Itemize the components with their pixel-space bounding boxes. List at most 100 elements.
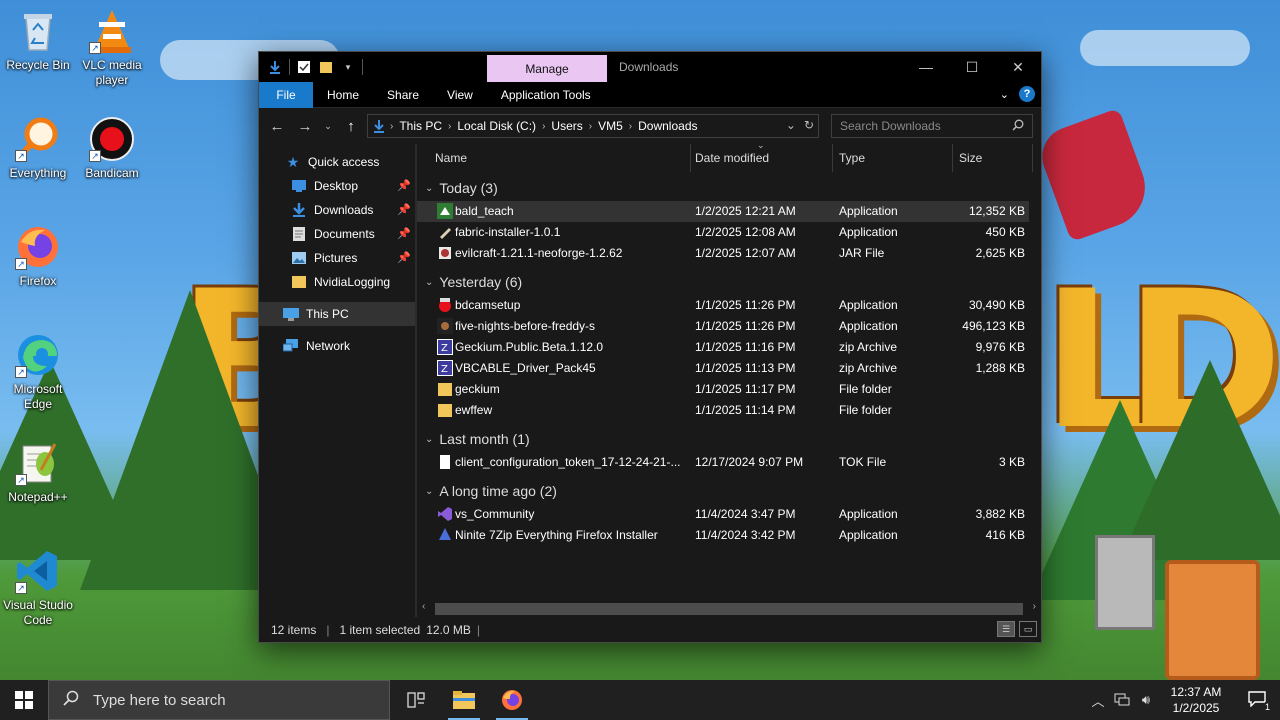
notification-center-icon[interactable]: 1: [1234, 690, 1280, 712]
maximize-button[interactable]: ☐: [949, 52, 995, 82]
column-header-name[interactable]: Name: [429, 144, 691, 172]
details-view-button[interactable]: ☰: [997, 621, 1015, 637]
app-icon: [437, 203, 453, 219]
breadcrumb-users[interactable]: Users: [545, 119, 588, 133]
file-name: client_configuration_token_17-12-24-21-.…: [455, 455, 681, 469]
download-arrow-icon[interactable]: [267, 59, 283, 75]
file-row[interactable]: vs_Community 11/4/2024 3:47 PM Application…: [417, 504, 1041, 525]
customize-toolbar-chevron-icon[interactable]: ▾: [340, 59, 356, 75]
show-hidden-icons-chevron-icon[interactable]: ︿: [1086, 691, 1110, 710]
scroll-left-arrow-icon[interactable]: ‹: [422, 601, 425, 612]
nav-downloads[interactable]: Downloads 📌: [259, 198, 415, 222]
forward-button[interactable]: →: [293, 114, 317, 138]
breadcrumb-downloads[interactable]: Downloads: [632, 119, 703, 133]
file-row[interactable]: fabric-installer-1.0.1 1/2/2025 12:08 AM A…: [417, 222, 1041, 243]
task-view-button[interactable]: [392, 680, 440, 720]
group-header[interactable]: ⌄ Last month (1): [417, 426, 1041, 452]
taskbar-file-explorer[interactable]: [440, 680, 488, 720]
tab-home[interactable]: Home: [313, 82, 373, 108]
nav-this-pc[interactable]: This PC: [259, 302, 415, 326]
tab-application-tools[interactable]: Application Tools: [487, 82, 605, 108]
back-button[interactable]: ←: [265, 114, 289, 138]
volume-icon[interactable]: 🔊︎: [1134, 692, 1158, 708]
desktop-icon-firefox[interactable]: ↗ Firefox: [0, 224, 76, 289]
breadcrumb-local-disk[interactable]: Local Disk (C:): [451, 119, 542, 133]
expand-ribbon-chevron-icon[interactable]: ⌄: [1000, 88, 1009, 101]
zip-icon: Z: [437, 339, 453, 355]
large-icons-view-button[interactable]: ▭: [1019, 621, 1037, 637]
nav-documents[interactable]: Documents 📌: [259, 222, 415, 246]
new-folder-icon[interactable]: [318, 59, 334, 75]
search-input[interactable]: Search Downloads: [831, 114, 1033, 138]
pin-icon[interactable]: 📌: [397, 251, 411, 264]
title-bar[interactable]: ▾ Manage Downloads — ☐ ✕: [259, 52, 1041, 82]
group-header[interactable]: ⌄ A long time ago (2): [417, 478, 1041, 504]
nav-quick-access[interactable]: ★ Quick access: [259, 150, 415, 174]
tab-view[interactable]: View: [433, 82, 487, 108]
recent-locations-chevron-icon[interactable]: ⌄: [321, 114, 335, 138]
tab-file[interactable]: File: [259, 81, 313, 108]
file-row[interactable]: Z Geckium.Public.Beta.1.12.0 1/1/2025 11:1…: [417, 337, 1041, 358]
group-header[interactable]: ⌄ Today (3): [417, 175, 1041, 201]
help-icon[interactable]: ?: [1019, 86, 1035, 102]
taskbar-firefox[interactable]: [488, 680, 536, 720]
file-row[interactable]: bald_teach 1/2/2025 12:21 AM Application 12…: [417, 201, 1029, 222]
desktop-icon-vscode[interactable]: ↗ Visual Studio Code: [0, 548, 76, 628]
breadcrumb-this-pc[interactable]: This PC: [393, 119, 448, 133]
pin-icon[interactable]: 📌: [397, 179, 411, 192]
system-clock[interactable]: 12:37 AM 1/2/2025: [1158, 684, 1234, 716]
manage-context-tab[interactable]: Manage: [487, 55, 607, 82]
file-row[interactable]: Ninite 7Zip Everything Firefox Installer…: [417, 525, 1041, 546]
collapse-chevron-icon[interactable]: ⌄: [425, 434, 433, 445]
column-header-type[interactable]: Type: [833, 144, 953, 172]
file-type: zip Archive: [839, 340, 898, 354]
tab-share[interactable]: Share: [373, 82, 433, 108]
refresh-icon[interactable]: ↻: [804, 118, 814, 132]
file-explorer-icon: [453, 691, 475, 709]
up-button[interactable]: ↑: [339, 114, 363, 138]
address-bar[interactable]: › This PC › Local Disk (C:) › Users › VM…: [367, 114, 819, 138]
minimize-button[interactable]: —: [903, 52, 949, 82]
taskbar-search-box[interactable]: Type here to search: [48, 680, 390, 720]
file-row[interactable]: five-nights-before-freddy-s 1/1/2025 11:2…: [417, 316, 1041, 337]
folder-icon: [291, 274, 307, 290]
file-row[interactable]: ewffew 1/1/2025 11:14 PM File folder: [417, 400, 1041, 421]
collapse-chevron-icon[interactable]: ⌄: [425, 277, 433, 288]
column-header-size[interactable]: Size: [953, 144, 1033, 172]
file-size: 416 KB: [985, 528, 1025, 542]
file-explorer-window[interactable]: ▾ Manage Downloads — ☐ ✕ File Home Share…: [258, 51, 1042, 643]
file-row[interactable]: client_configuration_token_17-12-24-21-.…: [417, 452, 1041, 473]
close-button[interactable]: ✕: [995, 52, 1041, 82]
address-history-chevron-icon[interactable]: ⌄: [786, 118, 796, 132]
file-size: 496,123 KB: [962, 319, 1025, 333]
file-row[interactable]: geckium 1/1/2025 11:17 PM File folder: [417, 379, 1041, 400]
nav-nvidialogging[interactable]: NvidiaLogging: [259, 270, 415, 294]
properties-check-icon[interactable]: [296, 59, 312, 75]
desktop-icon-bandicam[interactable]: ↗ Bandicam: [74, 116, 150, 181]
group-header[interactable]: ⌄ Yesterday (6): [417, 269, 1041, 295]
desktop-icon-everything[interactable]: ↗ Everything: [0, 116, 76, 181]
collapse-chevron-icon[interactable]: ⌄: [425, 486, 433, 497]
nav-desktop[interactable]: Desktop 📌: [259, 174, 415, 198]
horizontal-scrollbar[interactable]: ‹ ›: [417, 600, 1041, 617]
collapse-chevron-icon[interactable]: ⌄: [425, 183, 433, 194]
file-row[interactable]: Z VBCABLE_Driver_Pack45 1/1/2025 11:13 PM z…: [417, 358, 1041, 379]
bandicam-setup-icon: [437, 297, 453, 313]
scrollbar-thumb[interactable]: [435, 603, 1023, 615]
file-size: 2,625 KB: [975, 246, 1025, 260]
start-button[interactable]: [0, 680, 48, 720]
pin-icon[interactable]: 📌: [397, 227, 411, 240]
nav-network[interactable]: Network: [259, 334, 415, 358]
edge-icon: ↗: [15, 332, 61, 378]
file-row[interactable]: evilcraft-1.21.1-neoforge-1.2.62 1/2/2025…: [417, 243, 1041, 264]
network-status-icon[interactable]: [1110, 692, 1134, 709]
pin-icon[interactable]: 📌: [397, 203, 411, 216]
scroll-right-arrow-icon[interactable]: ›: [1033, 601, 1036, 612]
desktop-icon-edge[interactable]: ↗ Microsoft Edge: [0, 332, 76, 412]
desktop-icon-recycle-bin[interactable]: Recycle Bin: [0, 8, 76, 73]
nav-pictures[interactable]: Pictures 📌: [259, 246, 415, 270]
file-row[interactable]: bdcamsetup 1/1/2025 11:26 PM Application 30…: [417, 295, 1041, 316]
breadcrumb-vm5[interactable]: VM5: [592, 119, 629, 133]
desktop-icon-vlc[interactable]: ↗ VLC media player: [74, 8, 150, 88]
desktop-icon-notepad-plus-plus[interactable]: ↗ Notepad++: [0, 440, 76, 505]
